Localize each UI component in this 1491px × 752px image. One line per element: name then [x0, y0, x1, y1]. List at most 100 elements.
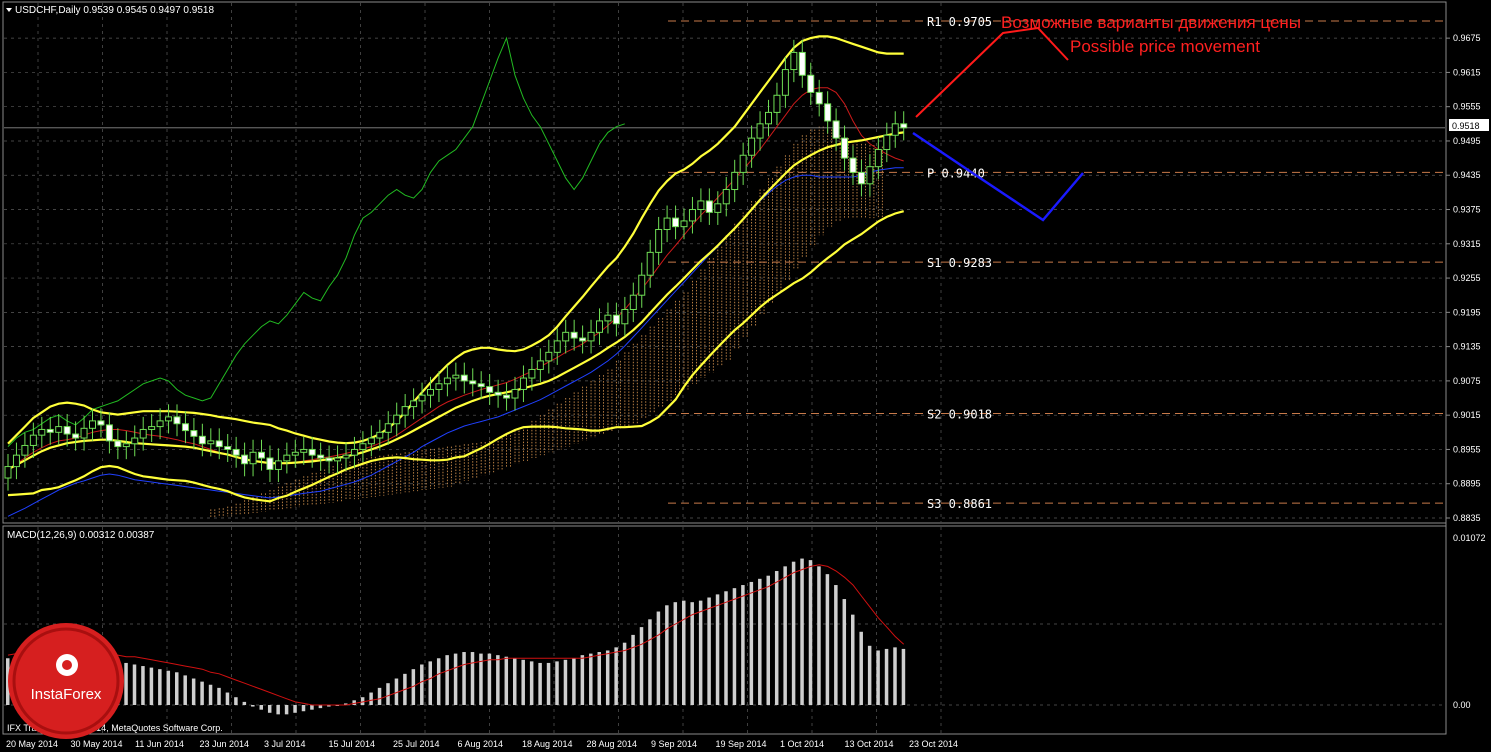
candle-body [232, 448, 240, 456]
candle-body [477, 383, 485, 388]
candle-body [570, 331, 578, 339]
macd-histogram-bar [597, 652, 601, 705]
macd-histogram-bar [208, 684, 213, 705]
macd-histogram-bar [267, 705, 272, 713]
candle-body [562, 331, 570, 342]
candle-body [781, 69, 789, 96]
candle-body [545, 351, 553, 362]
candle-body [367, 437, 375, 445]
macd-histogram-bar [842, 599, 847, 705]
price-tick-label: 0.8895 [1453, 479, 1481, 489]
macd-histogram-bar [817, 566, 821, 705]
macd-histogram-bar [834, 585, 838, 705]
pivot-label-s3: S3 0.8861 [927, 497, 992, 511]
time-tick-label: 9 Sep 2014 [651, 739, 697, 749]
macd-histogram-bar [901, 648, 906, 705]
candle-body [21, 444, 29, 456]
time-tick-label: 30 May 2014 [71, 739, 123, 749]
candle-body [283, 454, 291, 462]
macd-histogram-bar [665, 605, 669, 705]
candle-body [841, 137, 849, 159]
macd-histogram-bar [386, 683, 390, 705]
candle-body [241, 454, 249, 465]
candle-body [63, 426, 71, 435]
candle-body [55, 426, 63, 433]
candle-body [612, 314, 620, 325]
candle-body [427, 388, 434, 396]
macd-histogram-bar [546, 662, 551, 705]
macd-histogram-bar [487, 653, 492, 705]
macd-histogram-bar [200, 681, 204, 705]
candle-body [29, 434, 37, 446]
candle-body [350, 448, 358, 456]
candle-body [849, 157, 857, 173]
macd-histogram-bar [555, 661, 559, 705]
candle-body [334, 457, 342, 462]
macd-histogram-bar [749, 581, 754, 705]
macd-histogram-bar [251, 705, 255, 707]
macd-histogram-bar [741, 585, 745, 705]
candle-body [173, 416, 181, 425]
candle-body [249, 451, 257, 465]
macd-header: MACD(12,26,9) 0.00312 0.00387 [7, 530, 155, 541]
candle-body [139, 428, 147, 439]
candle-body [883, 134, 891, 151]
candle-body [486, 386, 494, 393]
candle-body [38, 428, 46, 436]
candle-body [258, 451, 265, 459]
candle-body [756, 123, 764, 139]
time-tick-label: 1 Oct 2014 [780, 739, 824, 749]
macd-histogram-bar [572, 658, 576, 705]
macd-histogram-bar [310, 705, 314, 710]
macd-histogram-bar [698, 600, 703, 705]
macd-histogram-bar [513, 658, 517, 705]
macd-histogram-bar [276, 705, 280, 715]
candle-body [655, 229, 663, 253]
candle-body [418, 394, 426, 402]
candle-body [798, 51, 806, 76]
candle-body [384, 423, 392, 433]
macd-histogram-bar [453, 653, 458, 705]
candle-body [207, 440, 215, 445]
candle-body [359, 443, 367, 450]
candle-body [131, 437, 139, 445]
candle-body [579, 337, 587, 342]
macd-histogram-bar [462, 652, 466, 705]
candle-body [748, 137, 756, 156]
macd-histogram-bar [149, 667, 154, 705]
macd-histogram-bar [284, 705, 289, 715]
candle-body [511, 388, 519, 399]
instaforex-logo: InstaForex [8, 623, 124, 739]
price-tick-label: 0.9195 [1453, 307, 1481, 317]
candle-body [376, 431, 384, 439]
annotation-russian: Возможные варианты движения цены [1001, 13, 1301, 32]
time-tick-label: 23 Jun 2014 [200, 739, 250, 749]
candle-body [266, 457, 274, 470]
macd-histogram-bar [563, 659, 568, 705]
macd-histogram-bar [631, 634, 635, 705]
chart-canvas[interactable]: R1 0.9705 P 0.9440 S1 0.9283 S2 0.9018 S3 0.… [0, 0, 1491, 752]
candle-body [672, 217, 680, 228]
time-tick-label: 18 Aug 2014 [522, 739, 573, 749]
macd-histogram-bar [656, 611, 661, 705]
price-tick-label: 0.9015 [1453, 410, 1481, 420]
candle-body [300, 448, 308, 453]
candle-body [469, 380, 477, 385]
macd-tick-label: 0.00 [1453, 700, 1471, 710]
candle-body [765, 111, 772, 125]
price-tick-label: 0.9615 [1453, 67, 1481, 77]
candle-body [815, 91, 823, 105]
candle-body [680, 220, 688, 228]
candle-body [731, 171, 739, 191]
time-tick-label: 11 Jun 2014 [135, 739, 184, 749]
candle-body [587, 331, 595, 342]
candle-body [215, 440, 223, 448]
macd-histogram-bar [589, 653, 593, 705]
price-tick-label: 0.9675 [1453, 33, 1481, 43]
macd-histogram-bar [724, 591, 728, 705]
macd-histogram-bar [301, 705, 306, 712]
candle-body [629, 294, 637, 310]
candle-body [663, 217, 671, 231]
time-tick-label: 19 Sep 2014 [716, 739, 767, 749]
candle-body [274, 460, 282, 470]
